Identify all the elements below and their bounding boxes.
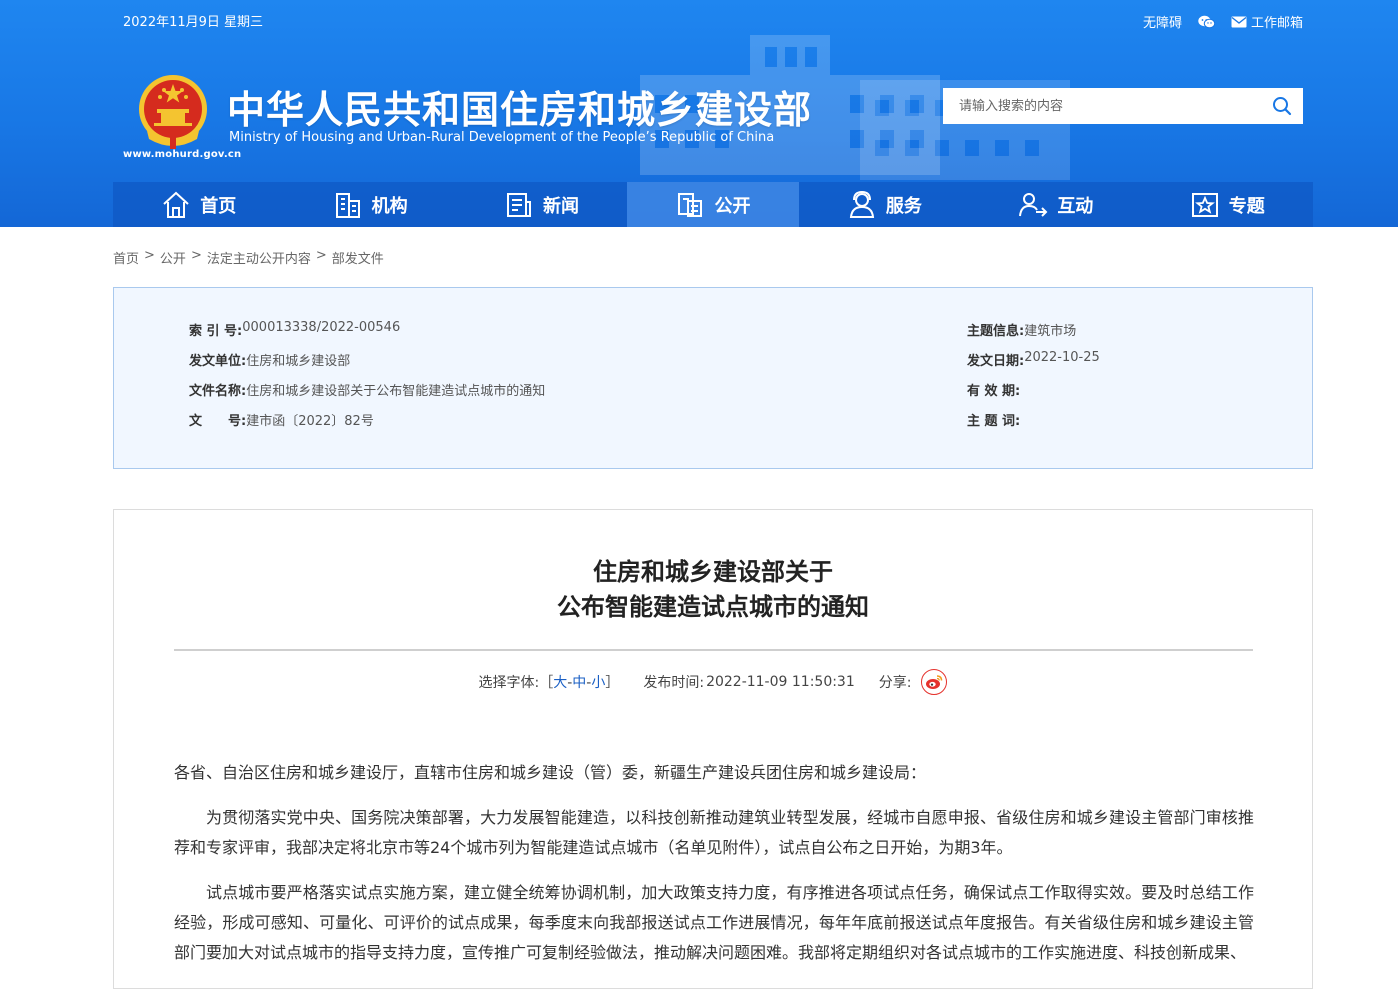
font-small-link[interactable]: 小 (591, 675, 605, 691)
info-issuer-label: 发文单位: (189, 354, 247, 369)
current-date: 2022年11月9日 星期三 (123, 15, 264, 30)
home-icon (163, 191, 189, 218)
wechat-icon[interactable] (1198, 15, 1215, 29)
info-index-value: 000013338/2022-00546 (242, 320, 401, 335)
font-size-selector: 选择字体:［大-中-小］ (479, 672, 620, 692)
interact-icon (1019, 192, 1048, 217)
search-input[interactable] (943, 88, 1261, 124)
article-panel: 住房和城乡建设部关于 公布智能建造试点城市的通知 选择字体:［大-中-小］ 发布… (113, 509, 1313, 989)
font-medium-link[interactable]: 中 (572, 675, 586, 691)
breadcrumb-open[interactable]: 公开 (160, 248, 186, 267)
article-paragraph-1: 为贯彻落实党中央、国务院决策部署，大力发展智能建造，以科技创新推动建筑业转型发展… (174, 808, 1254, 857)
breadcrumb-documents[interactable]: 部发文件 (332, 248, 384, 267)
info-topic-label: 主题信息: (967, 324, 1025, 339)
nav-interact[interactable]: 互动 (970, 182, 1141, 227)
font-large-link[interactable]: 大 (553, 675, 567, 691)
info-issuer: 发文单位: 住房和城乡建设部 (189, 350, 350, 369)
font-size-label: 选择字体:［ (478, 675, 554, 691)
news-icon (507, 192, 532, 217)
info-filename: 文件名称: 住房和城乡建设部关于公布智能建造试点城市的通知 (189, 380, 545, 399)
site-title[interactable]: 中华人民共和国住房和城乡建设部 (227, 79, 812, 134)
search-button[interactable] (1261, 88, 1303, 124)
nav-topic[interactable]: 专题 (1142, 182, 1313, 227)
publish-time: 2022-11-09 11:50:31 (706, 674, 855, 690)
info-index: 索 引 号: 000013338/2022-00546 (189, 320, 400, 339)
info-filename-label: 文件名称: (189, 384, 247, 399)
nav-service-label: 服务 (885, 195, 922, 217)
work-mail-label: 工作邮箱 (1250, 16, 1303, 31)
site-header: 2022年11月9日 星期三 无障碍 工作邮箱 www.mohurd.gov.c… (0, 0, 1398, 227)
info-filename-value: 住房和城乡建设部关于公布智能建造试点城市的通知 (246, 384, 546, 399)
info-topic-value: 建筑市场 (1024, 324, 1077, 339)
nav-service[interactable]: 服务 (799, 182, 970, 227)
info-index-label: 索 引 号: (189, 324, 243, 339)
work-mail-link[interactable]: 工作邮箱 (1231, 12, 1303, 31)
main-nav: 首页 机构 新闻 公开 服务 互动 专题 (113, 182, 1313, 227)
nav-news-label: 新闻 (543, 195, 580, 217)
nav-news[interactable]: 新闻 (456, 182, 627, 227)
info-docno: 文 号: 建市函〔2022〕82号 (189, 410, 374, 429)
info-issuer-value: 住房和城乡建设部 (246, 354, 351, 369)
weibo-icon[interactable] (921, 669, 948, 695)
article-addressee: 各省、自治区住房和城乡建设厅，直辖市住房和城乡建设（管）委，新疆生产建设兵团住房… (174, 763, 927, 782)
share-label: 分享: (878, 675, 912, 691)
nav-org[interactable]: 机构 (284, 182, 455, 227)
building-icon (335, 192, 360, 218)
info-keywords-label: 主 题 词: (967, 414, 1021, 429)
article-title-line2: 公布智能建造试点城市的通知 (557, 593, 869, 621)
service-icon (849, 190, 874, 218)
info-date-value: 2022-10-25 (1024, 350, 1100, 365)
national-emblem-logo[interactable] (137, 73, 209, 151)
breadcrumb-separator: > (144, 248, 155, 263)
nav-interact-label: 互动 (1057, 195, 1094, 217)
site-url: www.mohurd.gov.cn (123, 149, 242, 160)
breadcrumb-separator: > (315, 248, 327, 263)
publish-time-label: 发布时间: (643, 675, 705, 691)
breadcrumb-separator: > (190, 248, 202, 263)
breadcrumb-statutory[interactable]: 法定主动公开内容 (207, 248, 311, 267)
mail-icon (1231, 16, 1247, 27)
nav-home[interactable]: 首页 (113, 182, 284, 227)
info-docno-value: 建市函〔2022〕82号 (246, 414, 374, 429)
font-size-close: ］ (605, 675, 620, 691)
nav-home-label: 首页 (200, 195, 237, 217)
topbar-links: 无障碍 工作邮箱 (1143, 12, 1303, 31)
nav-org-label: 机构 (371, 195, 408, 217)
info-date-label: 发文日期: (967, 354, 1025, 369)
info-topic: 主题信息: 建筑市场 (967, 320, 1076, 339)
nav-open-label: 公开 (714, 195, 751, 217)
breadcrumb: 首页 > 公开 > 法定主动公开内容 > 部发文件 (113, 248, 384, 267)
open-doc-icon (678, 192, 703, 217)
nav-open[interactable]: 公开 (627, 182, 799, 227)
title-divider (174, 649, 1253, 651)
search-box (943, 88, 1303, 124)
info-validity-label: 有 效 期: (967, 384, 1021, 399)
article-paragraph-2: 试点城市要严格落实试点实施方案，建立健全统筹协调机制，加大政策支持力度，有序推进… (174, 883, 1254, 962)
site-title-english: Ministry of Housing and Urban-Rural Deve… (229, 130, 775, 145)
breadcrumb-home[interactable]: 首页 (113, 248, 139, 267)
info-validity: 有 效 期: (967, 380, 1020, 399)
info-date: 发文日期: 2022-10-25 (967, 350, 1100, 369)
document-info-box: 索 引 号: 000013338/2022-00546 发文单位: 住房和城乡建… (113, 287, 1313, 469)
info-docno-label: 文 号: (189, 414, 247, 429)
accessibility-link[interactable]: 无障碍 (1143, 12, 1182, 31)
nav-topic-label: 专题 (1228, 195, 1265, 217)
topic-icon (1191, 192, 1218, 217)
info-keywords: 主 题 词: (967, 410, 1020, 429)
search-icon (1273, 97, 1292, 116)
article-title-line1: 住房和城乡建设部关于 (593, 558, 833, 586)
article-meta: 选择字体:［大-中-小］ 发布时间: 2022-11-09 11:50:31 分… (114, 669, 1312, 695)
